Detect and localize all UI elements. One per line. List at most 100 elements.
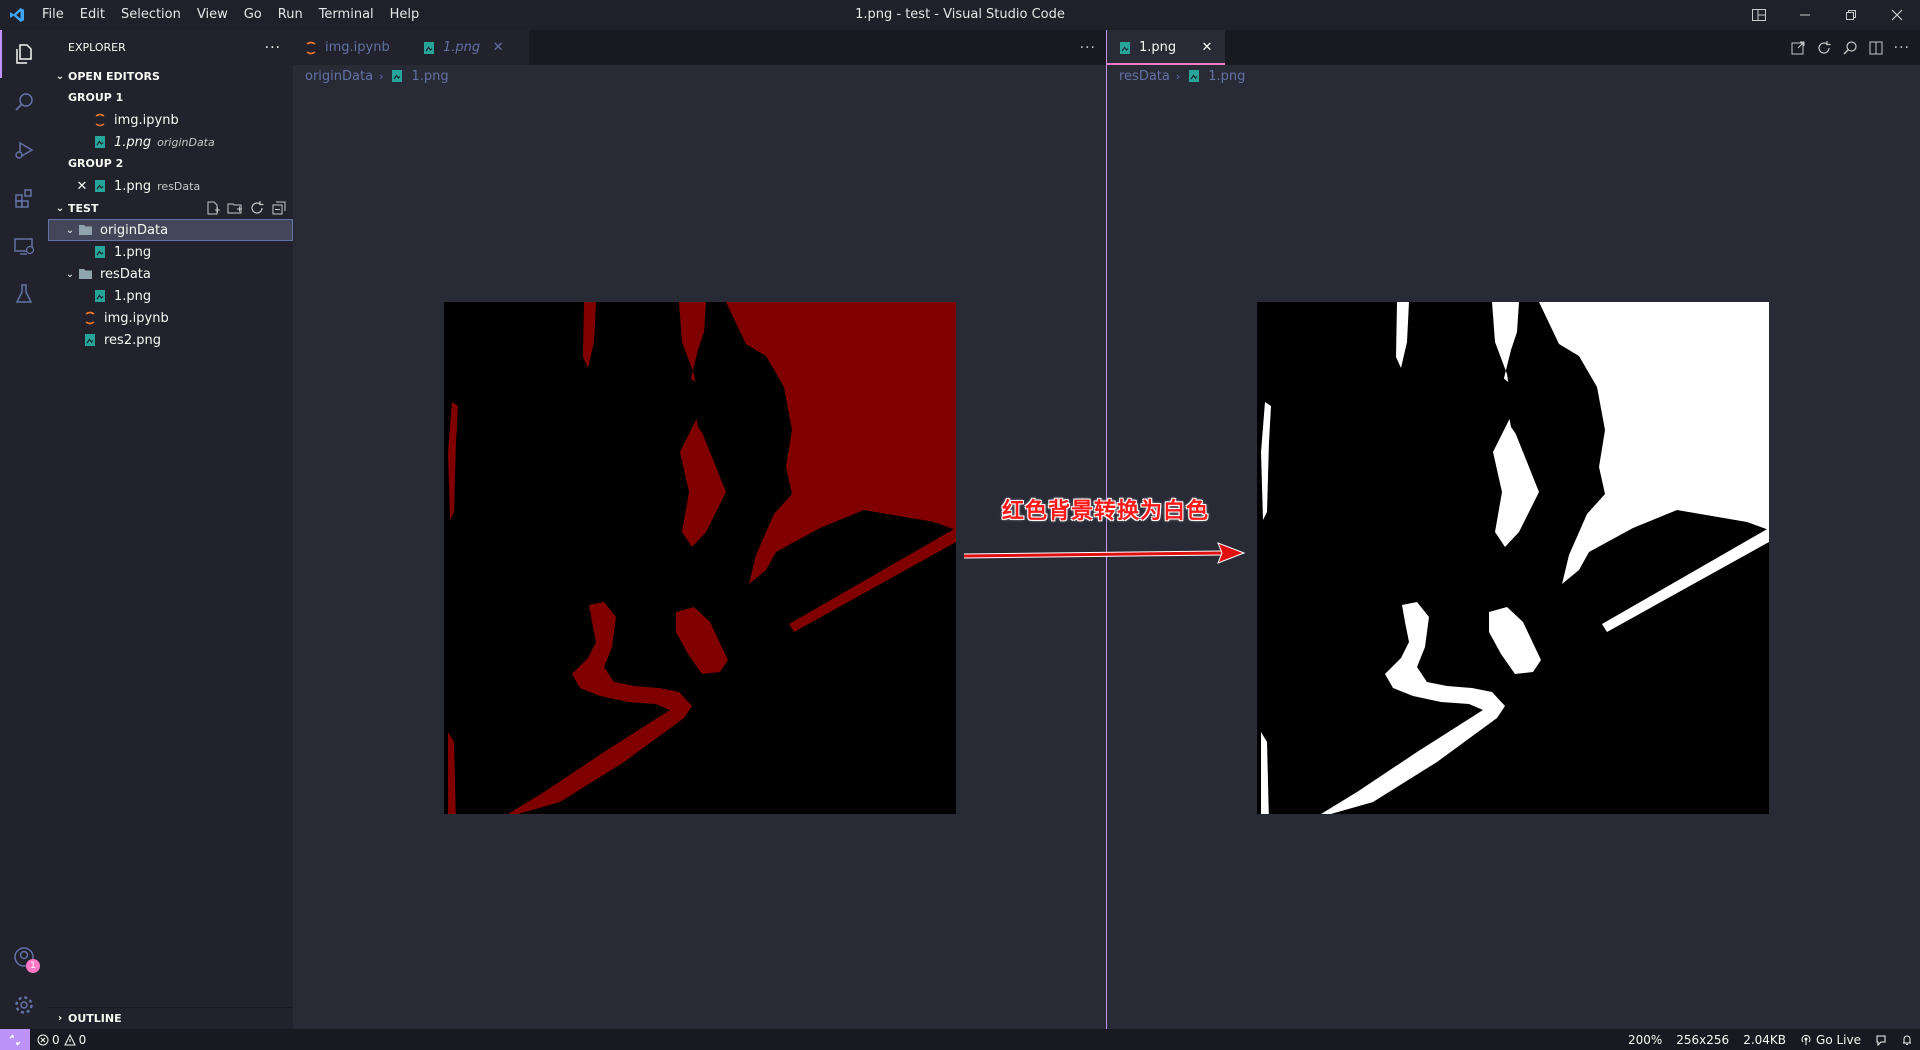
gear-icon <box>15 996 33 1014</box>
breadcrumb-file[interactable]: 1.png <box>411 69 448 84</box>
menu-help[interactable]: Help <box>382 0 428 30</box>
menu-terminal[interactable]: Terminal <box>311 0 382 30</box>
close-window-button[interactable] <box>1874 0 1920 30</box>
tab-img-ipynb[interactable]: img.ipynb <box>293 30 411 65</box>
image-size: 2.04KB <box>1743 1032 1787 1047</box>
new-folder-icon[interactable] <box>227 200 243 216</box>
chevron-down-icon: ⌄ <box>55 202 65 214</box>
close-icon[interactable]: ✕ <box>1199 40 1215 55</box>
menu-run[interactable]: Run <box>270 0 311 30</box>
remote-indicator[interactable] <box>0 1029 30 1050</box>
testing-activity[interactable] <box>0 270 48 318</box>
zoom-level[interactable]: 200% <box>1621 1029 1669 1050</box>
open-editor-item[interactable]: 1.png originData <box>48 131 293 153</box>
collapse-all-icon[interactable] <box>271 200 287 216</box>
breadcrumb-file[interactable]: 1.png <box>1208 69 1245 84</box>
open-editors-section[interactable]: ⌄ OPEN EDITORS <box>48 65 293 87</box>
tree-file[interactable]: img.ipynb <box>48 307 293 329</box>
new-file-icon[interactable] <box>205 200 221 216</box>
explorer-title: EXPLORER <box>68 41 126 54</box>
original-image-preview <box>444 302 956 814</box>
tab-bar-right: 1.png ✕ ··· <box>1107 30 1920 65</box>
editor-group-left: img.ipynb 1.png ✕ ··· originData › 1.png <box>293 30 1106 1029</box>
more-actions-icon[interactable]: ··· <box>1894 40 1910 56</box>
warning-icon <box>63 1033 76 1045</box>
feedback-button[interactable] <box>1868 1029 1894 1050</box>
refresh-icon[interactable] <box>249 200 265 216</box>
refresh-icon[interactable] <box>1816 40 1832 56</box>
title-bar: File Edit Selection View Go Run Terminal… <box>0 0 1920 30</box>
group2-label: GROUP 2 <box>68 157 124 170</box>
folder-open-icon <box>78 266 94 282</box>
notebook-icon <box>82 310 98 326</box>
extensions-activity[interactable] <box>0 174 48 222</box>
open-editor-item[interactable]: ✕ 1.png resData <box>48 175 293 197</box>
broadcast-icon <box>1801 1034 1811 1045</box>
tree-folder-name: originData <box>100 222 169 238</box>
tree-file[interactable]: 1.png <box>48 285 293 307</box>
menu-selection[interactable]: Selection <box>113 0 189 30</box>
notifications-button[interactable] <box>1894 1029 1920 1050</box>
menu-file[interactable]: File <box>34 0 72 30</box>
chevron-right-icon: › <box>1175 69 1181 83</box>
more-actions-icon[interactable]: ··· <box>1080 40 1096 56</box>
tree-file[interactable]: res2.png <box>48 329 293 351</box>
breadcrumb: resData › 1.png <box>1107 65 1920 87</box>
customize-layout-button[interactable] <box>1736 0 1782 30</box>
editor-group-right: 1.png ✕ ··· resData › 1.png <box>1107 30 1920 1029</box>
manage-activity[interactable] <box>0 981 48 1029</box>
breadcrumb-folder[interactable]: originData <box>305 69 373 84</box>
chevron-down-icon: ⌄ <box>65 268 75 280</box>
breadcrumb-folder[interactable]: resData <box>1119 69 1170 84</box>
open-editor-name: 1.png <box>114 178 152 194</box>
image-file-icon <box>1186 68 1202 84</box>
activity-bar: 1 <box>0 30 48 1029</box>
image-file-icon <box>1117 40 1133 56</box>
menu-edit[interactable]: Edit <box>72 0 113 30</box>
tree-file[interactable]: 1.png <box>48 241 293 263</box>
remote-explorer-icon <box>14 238 35 255</box>
close-icon[interactable]: ✕ <box>490 40 506 55</box>
tab-1-png-active[interactable]: 1.png ✕ <box>1107 30 1225 65</box>
image-file-icon <box>92 244 108 260</box>
search-icon <box>15 93 33 111</box>
menu-view[interactable]: View <box>189 0 236 30</box>
more-actions-icon[interactable]: ··· <box>265 40 281 56</box>
tree-folder-resdata[interactable]: ⌄ resData <box>48 263 293 285</box>
minimize-button[interactable] <box>1782 0 1828 30</box>
annotation-label: 红色背景转换为白色 <box>1002 499 1210 524</box>
annotation-arrow-icon <box>963 542 1246 564</box>
accounts-activity[interactable]: 1 <box>0 933 48 981</box>
problems-indicator[interactable]: 0 0 <box>30 1029 93 1050</box>
close-icon[interactable]: ✕ <box>72 179 92 194</box>
remote-explorer-activity[interactable] <box>0 222 48 270</box>
tree-file-name: img.ipynb <box>104 310 169 326</box>
accounts-badge: 1 <box>26 959 40 973</box>
menu-bar: File Edit Selection View Go Run Terminal… <box>34 0 427 30</box>
tree-file-name: 1.png <box>114 244 152 260</box>
zoom-icon[interactable] <box>1842 40 1858 56</box>
open-preview-icon[interactable] <box>1790 40 1806 56</box>
menu-go[interactable]: Go <box>236 0 270 30</box>
tree-folder-origindata[interactable]: ⌄ originData <box>48 219 293 241</box>
image-file-icon <box>389 68 405 84</box>
split-editor-icon[interactable] <box>1868 40 1884 56</box>
tab-1-png[interactable]: 1.png ✕ <box>411 30 529 65</box>
tab-label: 1.png <box>1139 40 1177 55</box>
minimize-icon <box>1800 14 1810 16</box>
vscode-logo-icon <box>0 0 34 30</box>
tab-bar-left: img.ipynb 1.png ✕ ··· <box>293 30 1106 65</box>
explorer-activity[interactable] <box>0 30 48 78</box>
run-debug-activity[interactable] <box>0 126 48 174</box>
restore-button[interactable] <box>1828 0 1874 30</box>
go-live-button[interactable]: Go Live <box>1793 1029 1868 1050</box>
layout-icon <box>1752 9 1766 21</box>
search-activity[interactable] <box>0 78 48 126</box>
open-editor-name: 1.png <box>114 134 152 150</box>
chevron-down-icon: ⌄ <box>55 70 65 82</box>
folder-section[interactable]: ⌄ TEST <box>48 197 293 219</box>
open-editor-item[interactable]: img.ipynb <box>48 109 293 131</box>
outline-section[interactable]: › OUTLINE <box>48 1007 293 1029</box>
notebook-icon <box>303 40 319 56</box>
feedback-icon <box>1876 1035 1886 1046</box>
